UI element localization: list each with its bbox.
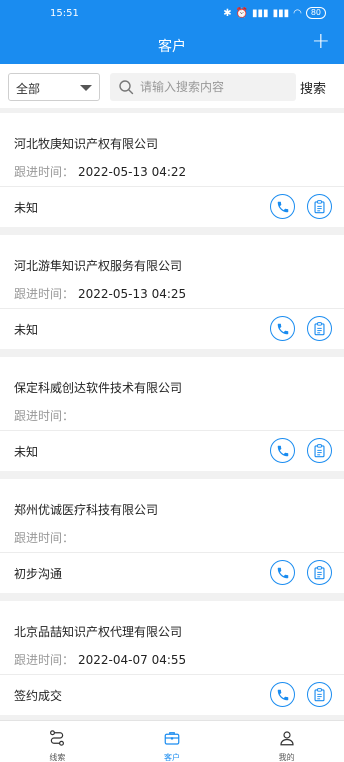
route-icon [50, 730, 65, 746]
status-icons: ✱ ⏰ ▮▮▮ ▮▮▮ ◠ 80 [223, 7, 326, 19]
clipboard-icon [314, 687, 325, 701]
follow-time-row: 跟进时间： 2022-04-07 04:55 [14, 651, 186, 668]
divider [0, 430, 344, 431]
search-icon [119, 80, 134, 95]
customer-status: 未知 [14, 445, 39, 459]
status-bar: 15:51 ✱ ⏰ ▮▮▮ ▮▮▮ ◠ 80 [0, 0, 344, 30]
customer-status: 签约成交 [14, 689, 63, 703]
customer-card[interactable]: 河北游隼知识产权服务有限公司 跟进时间： 2022-05-13 04:25 未知 [0, 235, 344, 349]
follow-time-label: 跟进时间： [14, 165, 75, 179]
customer-status: 初步沟通 [14, 567, 63, 581]
company-name: 郑州优诚医疗科技有限公司 [14, 503, 159, 517]
caret-down-icon [80, 85, 92, 91]
clipboard-icon [314, 565, 325, 579]
company-name: 北京品喆知识产权代理有限公司 [14, 625, 183, 639]
search-row: 全部 搜索 [0, 64, 344, 108]
search-box [110, 73, 296, 101]
follow-time-value: 2022-04-07 04:55 [78, 653, 187, 667]
status-time: 15:51 [50, 8, 79, 19]
customer-list: 河北牧庚知识产权有限公司 跟进时间： 2022-05-13 04:22 未知 河北… [0, 113, 344, 723]
tab-mine[interactable]: 我的 [229, 721, 344, 762]
customer-card[interactable]: 河北牧庚知识产权有限公司 跟进时间： 2022-05-13 04:22 未知 [0, 113, 344, 227]
search-input[interactable] [140, 77, 290, 97]
follow-time-value: 2022-05-13 04:25 [78, 287, 187, 301]
follow-record-button[interactable] [307, 682, 332, 707]
customer-card[interactable]: 北京品喆知识产权代理有限公司 跟进时间： 2022-04-07 04:55 签约成… [0, 601, 344, 715]
company-name: 河北游隼知识产权服务有限公司 [14, 259, 183, 273]
app-header: 15:51 ✱ ⏰ ▮▮▮ ▮▮▮ ◠ 80 客户 + [0, 0, 344, 64]
user-icon [280, 731, 294, 746]
follow-record-button[interactable] [307, 560, 332, 585]
briefcase-icon [164, 732, 180, 745]
follow-time-row: 跟进时间： 2022-05-13 04:22 [14, 163, 186, 180]
divider [0, 186, 344, 187]
follow-time-label: 跟进时间： [14, 287, 75, 301]
tab-customers[interactable]: 客户 [115, 721, 230, 762]
phone-icon [277, 567, 288, 578]
clipboard-icon [314, 199, 325, 213]
customer-status: 未知 [14, 201, 39, 215]
follow-record-button[interactable] [307, 316, 332, 341]
divider [0, 674, 344, 675]
page-title: 客户 [158, 39, 186, 55]
filter-value: 全部 [16, 82, 41, 96]
follow-time-row: 跟进时间： 2022-05-13 04:25 [14, 285, 186, 302]
alarm-icon: ⏰ [235, 7, 249, 19]
add-customer-button[interactable]: + [312, 31, 330, 53]
clipboard-icon [314, 443, 325, 457]
signal-icon-2: ▮▮▮ [272, 7, 290, 19]
customer-status: 未知 [14, 323, 39, 337]
follow-record-button[interactable] [307, 194, 332, 219]
filter-select[interactable]: 全部 [8, 73, 100, 101]
divider [0, 552, 344, 553]
customer-card[interactable]: 郑州优诚医疗科技有限公司 跟进时间： 初步沟通 [0, 479, 344, 593]
bottom-tab-bar: 线索 客户 我的 [0, 720, 344, 762]
tab-label-leads: 线索 [49, 753, 66, 762]
follow-time-row: 跟进时间： [14, 407, 78, 424]
tab-label-mine: 我的 [278, 753, 295, 762]
call-button[interactable] [270, 560, 295, 585]
tab-label-customers: 客户 [164, 753, 180, 762]
phone-icon [277, 445, 288, 456]
call-button[interactable] [270, 194, 295, 219]
follow-record-button[interactable] [307, 438, 332, 463]
phone-icon [277, 201, 288, 212]
call-button[interactable] [270, 438, 295, 463]
company-name: 河北牧庚知识产权有限公司 [14, 137, 159, 151]
phone-icon [277, 323, 288, 334]
clipboard-icon [314, 321, 325, 335]
company-name: 保定科威创达软件技术有限公司 [14, 381, 183, 395]
follow-time-label: 跟进时间： [14, 653, 75, 667]
follow-time-label: 跟进时间： [14, 531, 75, 545]
title-bar: 客户 + [0, 30, 344, 64]
customer-card[interactable]: 保定科威创达软件技术有限公司 跟进时间： 未知 [0, 357, 344, 471]
search-button[interactable]: 搜索 [300, 78, 326, 97]
follow-time-value: 2022-05-13 04:22 [78, 165, 187, 179]
follow-time-label: 跟进时间： [14, 409, 75, 423]
divider [0, 308, 344, 309]
bluetooth-icon: ✱ [223, 7, 232, 19]
phone-icon [277, 689, 288, 700]
follow-time-row: 跟进时间： [14, 529, 78, 546]
wifi-icon: ◠ [293, 7, 302, 19]
tab-leads[interactable]: 线索 [0, 721, 115, 762]
battery-icon: 80 [305, 7, 326, 19]
signal-icon: ▮▮▮ [252, 7, 269, 19]
call-button[interactable] [270, 682, 295, 707]
call-button[interactable] [270, 316, 295, 341]
